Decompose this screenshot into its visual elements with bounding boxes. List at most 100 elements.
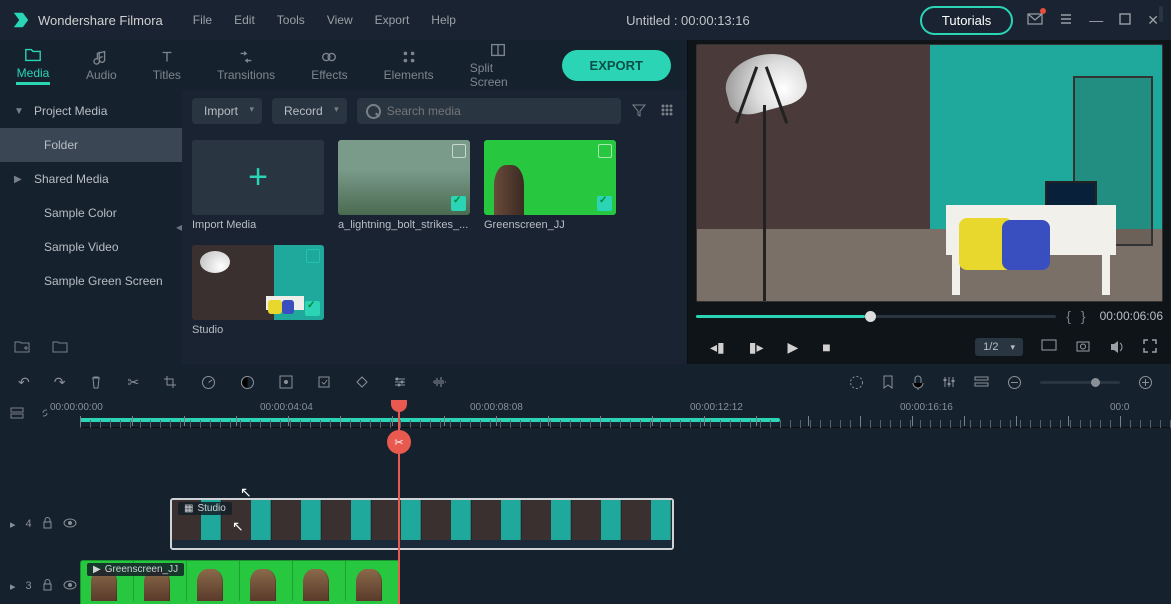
mark-out-icon[interactable]: }	[1081, 308, 1086, 324]
track-number: 3	[26, 580, 32, 592]
media-tile-lightning[interactable]: a_lightning_bolt_strikes_...	[338, 140, 470, 231]
tutorials-button[interactable]: Tutorials	[920, 6, 1013, 35]
sidebar-project-media[interactable]: ▼Project Media	[0, 94, 182, 128]
undo-icon[interactable]: ↶	[18, 374, 30, 391]
export-button[interactable]: EXPORT	[562, 50, 671, 81]
media-import-tile[interactable]: + Import Media	[192, 140, 324, 231]
menu-list-icon[interactable]	[1059, 12, 1073, 29]
preview-scrubber[interactable]	[696, 315, 1056, 318]
plus-icon: +	[248, 158, 268, 197]
media-sidebar: ▼Project Media Folder ▶Shared Media Samp…	[0, 90, 182, 364]
audio-tools-icon[interactable]	[431, 375, 447, 389]
tab-audio[interactable]: Audio	[86, 48, 117, 82]
tab-transitions[interactable]: Transitions	[217, 48, 275, 82]
check-icon	[597, 196, 612, 211]
timeline-clip-greenscreen[interactable]: ▶Greenscreen_JJ	[80, 560, 400, 604]
timeline-ruler[interactable]: 00:00:00:00 00:00:04:04 00:00:08:08 00:0…	[80, 400, 1171, 428]
timeline: 00:00:00:00 00:00:04:04 00:00:08:08 00:0…	[0, 400, 1171, 604]
timeline-match-icon[interactable]	[10, 406, 24, 423]
speed-icon[interactable]	[201, 375, 216, 390]
timeline-playhead[interactable]: ✂	[398, 400, 400, 604]
media-tile-greenscreen[interactable]: Greenscreen_JJ	[484, 140, 616, 231]
stop-button[interactable]: ■	[822, 339, 830, 356]
split-icon[interactable]: ✂	[127, 374, 139, 391]
green-screen-icon[interactable]	[279, 375, 293, 389]
tab-titles[interactable]: Titles	[153, 48, 181, 82]
record-vo-icon[interactable]	[912, 375, 924, 390]
track-type-icon: ▸	[10, 518, 16, 531]
tab-effects[interactable]: Effects	[311, 48, 347, 82]
record-dropdown[interactable]: Record	[272, 98, 347, 124]
timeline-toolbar: ↶ ↷ ✂	[0, 364, 1171, 400]
next-frame-button[interactable]: ▮▸	[749, 339, 764, 356]
grid-view-icon[interactable]	[659, 102, 677, 120]
window-maximize[interactable]	[1119, 12, 1131, 28]
color-icon[interactable]	[240, 375, 255, 390]
track-type-icon: ▸	[10, 580, 16, 593]
detach-icon[interactable]	[317, 375, 331, 389]
menu-file[interactable]: File	[193, 13, 212, 27]
media-tile-studio[interactable]: Studio	[192, 245, 324, 336]
media-browser: ◂ Import Record + Import Media a_ligh	[182, 90, 687, 364]
new-folder-icon[interactable]	[14, 339, 30, 356]
titlebar: Wondershare Filmora File Edit Tools View…	[0, 0, 1171, 40]
zoom-out-icon[interactable]	[1007, 375, 1022, 390]
menu-view[interactable]: View	[327, 13, 353, 27]
tab-split-screen[interactable]: Split Screen	[470, 41, 526, 89]
prev-frame-button[interactable]: ◂▮	[710, 339, 725, 356]
clip-play-icon: ▶	[93, 564, 101, 575]
tab-media[interactable]: Media	[16, 46, 50, 85]
marker-icon[interactable]	[882, 375, 894, 390]
preview-panel: {} 00:00:06:06 ◂▮ ▮▸ ▶ ■ 1/2▾	[688, 40, 1171, 364]
sidebar-collapse-icon[interactable]: ◂	[176, 220, 182, 234]
track-video-4: ▸ 4 ▦Studio	[0, 496, 1171, 552]
track-visibility-icon[interactable]	[63, 518, 77, 531]
track-manager-icon[interactable]	[974, 375, 989, 389]
sidebar-folder[interactable]: Folder	[0, 128, 182, 162]
folder-icon[interactable]	[52, 339, 68, 356]
tab-elements[interactable]: Elements	[384, 48, 434, 82]
mixer-icon[interactable]	[942, 375, 956, 389]
menu-help[interactable]: Help	[431, 13, 456, 27]
menu-export[interactable]: Export	[375, 13, 410, 27]
media-type-icon	[598, 144, 612, 158]
track-visibility-icon[interactable]	[63, 580, 77, 593]
timeline-clip-studio[interactable]: ▦Studio	[170, 498, 674, 550]
menu-edit[interactable]: Edit	[234, 13, 255, 27]
delete-icon[interactable]	[89, 375, 103, 389]
search-input[interactable]	[357, 98, 621, 124]
notifications-icon[interactable]	[1027, 11, 1043, 30]
sidebar-sample-video[interactable]: Sample Video	[0, 230, 182, 264]
volume-icon[interactable]	[1109, 339, 1125, 356]
sidebar-sample-color[interactable]: Sample Color	[0, 196, 182, 230]
track-lock-icon[interactable]	[42, 517, 53, 532]
redo-icon[interactable]: ↷	[54, 374, 66, 391]
filter-icon[interactable]	[631, 102, 649, 120]
sidebar-sample-green[interactable]: Sample Green Screen	[0, 264, 182, 298]
sidebar-shared-media[interactable]: ▶Shared Media	[0, 162, 182, 196]
render-icon[interactable]	[849, 375, 864, 390]
adjust-icon[interactable]	[393, 375, 407, 389]
import-dropdown[interactable]: Import	[192, 98, 262, 124]
crop-icon[interactable]	[163, 375, 177, 389]
preview-timecode: 00:00:06:06	[1100, 309, 1163, 323]
document-title: Untitled : 00:00:13:16	[456, 13, 920, 28]
zoom-fit-icon[interactable]	[1159, 6, 1163, 22]
zoom-in-icon[interactable]	[1138, 375, 1153, 390]
keyframe-icon[interactable]	[355, 375, 369, 389]
snapshot-icon[interactable]	[1075, 339, 1091, 356]
menu-tools[interactable]: Tools	[277, 13, 305, 27]
timeline-zoom-slider[interactable]	[1040, 381, 1120, 384]
quality-icon[interactable]	[1041, 339, 1057, 356]
window-minimize[interactable]: —	[1089, 12, 1103, 28]
media-type-icon	[452, 144, 466, 158]
scissors-icon[interactable]: ✂	[387, 430, 411, 454]
track-lock-icon[interactable]	[42, 579, 53, 594]
mark-in-icon[interactable]: {	[1066, 308, 1071, 324]
play-button[interactable]: ▶	[787, 339, 798, 356]
check-icon	[305, 301, 320, 316]
preview-zoom-select[interactable]: 1/2▾	[975, 338, 1023, 356]
window-close[interactable]: ✕	[1147, 12, 1159, 29]
fullscreen-icon[interactable]	[1143, 339, 1157, 356]
preview-viewport[interactable]	[696, 44, 1163, 302]
